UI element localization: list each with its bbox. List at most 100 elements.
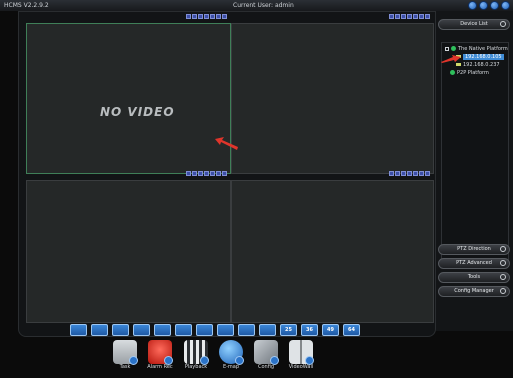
dock-task[interactable]: Task — [111, 340, 139, 371]
config-manager-button[interactable]: Config Manager — [438, 286, 510, 297]
close-icon[interactable] — [425, 171, 430, 176]
layout-64-button[interactable]: 64 — [343, 324, 360, 336]
layout-1-button[interactable] — [70, 324, 87, 336]
tools-button[interactable]: Tools — [438, 272, 510, 283]
layout-49-button[interactable]: 49 — [322, 324, 339, 336]
device-ip-1: 192.168.0.105 — [463, 54, 504, 60]
stream-icon[interactable] — [216, 14, 221, 19]
config-manager-label: Config Manager — [454, 288, 494, 294]
dock-playback-label: Playback — [184, 364, 208, 370]
maximize-button[interactable] — [490, 1, 499, 10]
layout-6-button[interactable] — [112, 324, 129, 336]
minimize-button[interactable] — [479, 1, 488, 10]
ptz-advanced-button[interactable]: PTZ Advanced — [438, 258, 510, 269]
app-window: HCMS V2.2.9.2 Current User: admin NO VID… — [0, 0, 513, 378]
app-title: HCMS V2.2.9.2 — [4, 2, 49, 9]
device-tree: The Native Platform 192.168.0.105 192.16… — [441, 42, 509, 279]
dock-config[interactable]: Config — [252, 340, 280, 371]
zoom-icon[interactable] — [413, 171, 418, 176]
tree-device-item-1[interactable]: 192.168.0.105 — [456, 54, 504, 61]
talk-icon[interactable] — [407, 171, 412, 176]
dock-videowall[interactable]: VideoWall — [287, 340, 315, 371]
zoom-icon[interactable] — [210, 171, 215, 176]
audio-icon[interactable] — [198, 171, 203, 176]
close-icon[interactable] — [425, 14, 430, 19]
layout-10-button[interactable] — [175, 324, 192, 336]
device-list-button[interactable]: Device List — [438, 19, 510, 30]
talk-icon[interactable] — [204, 14, 209, 19]
dock-playback[interactable]: Playback — [182, 340, 210, 371]
title-bar: HCMS V2.2.9.2 Current User: admin — [0, 0, 513, 11]
window-controls — [468, 1, 510, 10]
current-user-label: Current User: admin — [233, 2, 294, 9]
expand-icon — [500, 274, 506, 280]
ptz-advanced-label: PTZ Advanced — [456, 260, 492, 266]
device-icon — [456, 63, 461, 66]
alarm-icon — [148, 340, 173, 365]
layout-8-button[interactable] — [133, 324, 150, 336]
layout-16-button[interactable] — [217, 324, 234, 336]
globe-icon — [450, 70, 455, 75]
tree-p2p-item[interactable]: P2P Platform — [450, 70, 489, 77]
video-pane-2[interactable] — [231, 14, 434, 174]
dock-alarm-rec-label: Alarm Rec — [147, 364, 173, 370]
audio-icon[interactable] — [401, 171, 406, 176]
snapshot-icon[interactable] — [395, 171, 400, 176]
layout-25-button[interactable]: 25 — [280, 324, 297, 336]
layout-13-button[interactable] — [196, 324, 213, 336]
record-icon[interactable] — [186, 171, 191, 176]
audio-icon[interactable] — [401, 14, 406, 19]
sidebar: Device List The Native Platform 192.168.… — [436, 11, 513, 331]
talk-icon[interactable] — [407, 14, 412, 19]
stream-icon[interactable] — [419, 14, 424, 19]
dock-alarm-rec[interactable]: Alarm Rec — [146, 340, 174, 371]
bottom-dock: Task Alarm Rec Playback E-map Config Vid… — [0, 340, 513, 378]
tools-label: Tools — [467, 274, 481, 280]
layout-36-button[interactable]: 36 — [301, 324, 318, 336]
checkbox-icon[interactable] — [445, 46, 449, 51]
stream-icon[interactable] — [216, 171, 221, 176]
badge-icon — [270, 356, 279, 365]
layout-20-button[interactable] — [238, 324, 255, 336]
video-pane-3[interactable] — [26, 171, 231, 323]
close-icon[interactable] — [222, 171, 227, 176]
record-icon[interactable] — [389, 171, 394, 176]
dock-videowall-label: VideoWall — [288, 364, 314, 370]
videowall-icon — [289, 340, 314, 365]
layout-button-bar: 25 36 49 64 — [70, 324, 360, 336]
camera-icon — [113, 340, 138, 365]
layout-custom-button[interactable] — [259, 324, 276, 336]
p2p-label: P2P Platform — [457, 70, 489, 76]
talk-icon[interactable] — [204, 171, 209, 176]
record-icon[interactable] — [186, 14, 191, 19]
pane-4-controls — [389, 171, 430, 176]
dock-emap[interactable]: E-map — [217, 340, 245, 371]
dock-emap-label: E-map — [222, 364, 240, 370]
tree-device-item-2[interactable]: 192.168.0.237 — [456, 62, 500, 69]
badge-icon — [129, 356, 138, 365]
device-list-label: Device List — [460, 21, 488, 27]
layout-9-button[interactable] — [154, 324, 171, 336]
zoom-icon[interactable] — [210, 14, 215, 19]
device-ip-2: 192.168.0.237 — [463, 62, 500, 68]
snapshot-icon[interactable] — [395, 14, 400, 19]
close-button[interactable] — [501, 1, 510, 10]
ptz-direction-button[interactable]: PTZ Direction — [438, 244, 510, 255]
snapshot-icon[interactable] — [192, 171, 197, 176]
tree-root-item[interactable]: The Native Platform — [445, 46, 508, 53]
zoom-icon[interactable] — [413, 14, 418, 19]
audio-icon[interactable] — [198, 14, 203, 19]
pane-3-controls — [186, 171, 227, 176]
lock-icon[interactable] — [468, 1, 477, 10]
stream-icon[interactable] — [419, 171, 424, 176]
expand-icon — [500, 260, 506, 266]
video-pane-1[interactable]: NO VIDEO — [26, 14, 231, 174]
wrench-icon — [254, 340, 279, 365]
pane-1-controls — [186, 14, 227, 19]
snapshot-icon[interactable] — [192, 14, 197, 19]
close-icon[interactable] — [222, 14, 227, 19]
layout-4-button[interactable] — [91, 324, 108, 336]
record-icon[interactable] — [389, 14, 394, 19]
video-pane-4[interactable] — [231, 171, 434, 323]
video-area: NO VIDEO — [18, 11, 436, 337]
